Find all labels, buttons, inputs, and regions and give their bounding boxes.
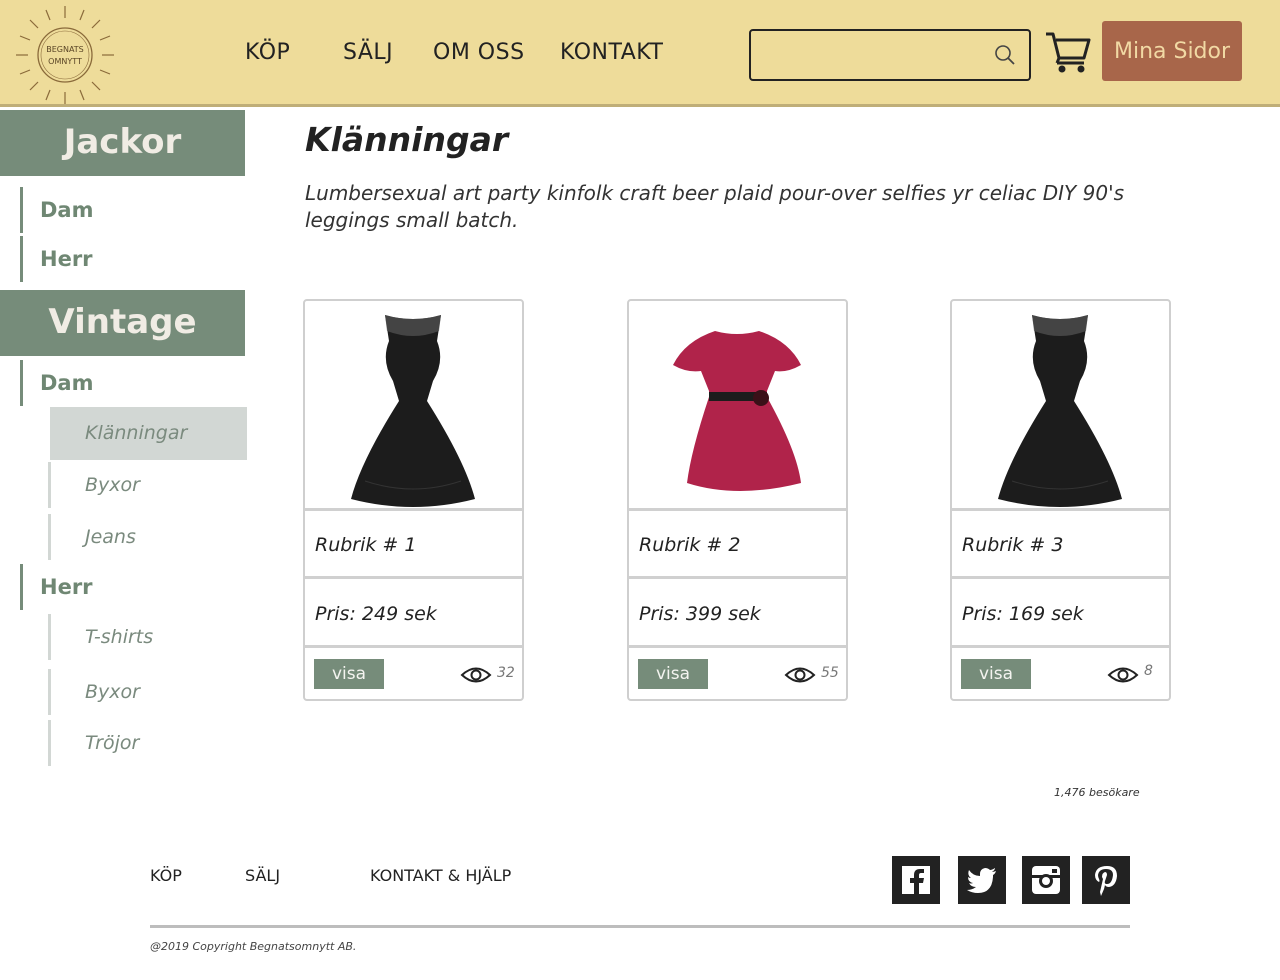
eye-icon — [784, 667, 816, 683]
instagram-icon[interactable] — [1022, 856, 1070, 904]
copyright: @2019 Copyright Begnatsomnytt AB. — [150, 940, 357, 953]
mina-sidor-button[interactable]: Mina Sidor — [1102, 21, 1242, 81]
product-image[interactable] — [305, 301, 522, 511]
search-icon[interactable] — [993, 43, 1017, 67]
svg-text:BEGNATS: BEGNATS — [46, 45, 84, 54]
product-price: Pris: 399 sek — [629, 582, 846, 648]
product-title: Rubrik # 2 — [629, 514, 846, 579]
product-title: Rubrik # 3 — [952, 514, 1169, 579]
sidebar-item-klanningar[interactable]: Klänningar — [50, 407, 247, 460]
sidebar-item-dam-byxor[interactable]: Byxor — [48, 462, 245, 508]
nav-kontakt[interactable]: KONTAKT — [560, 40, 663, 65]
pinterest-icon[interactable] — [1082, 856, 1130, 904]
footer-divider — [150, 925, 1130, 928]
pink-ruffle-dress-icon — [673, 331, 801, 491]
product-card: Rubrik # 3 Pris: 169 sek visa 8 — [950, 299, 1171, 701]
product-card: Rubrik # 2 Pris: 399 sek visa 55 — [627, 299, 848, 701]
visa-button[interactable]: visa — [961, 659, 1031, 689]
sidebar-item-trojor[interactable]: Tröjor — [48, 720, 245, 766]
view-count: 55 — [821, 665, 839, 681]
page-title: Klänningar — [305, 120, 509, 159]
sidebar-item-jeans[interactable]: Jeans — [48, 514, 245, 560]
black-lace-dress-icon — [998, 315, 1122, 507]
sidebar-item-t-shirts[interactable]: T-shirts — [48, 614, 245, 660]
nav-kop[interactable]: KÖP — [245, 40, 290, 65]
black-lace-dress-icon — [351, 315, 475, 507]
visa-button[interactable]: visa — [638, 659, 708, 689]
cart-icon[interactable] — [1044, 30, 1092, 74]
eye-icon — [1107, 667, 1139, 683]
visa-button[interactable]: visa — [314, 659, 384, 689]
header: BEGNATS OMNYTT KÖP SÄLJ OM OSS KONTAKT M… — [0, 0, 1280, 107]
footer-link-kontakt-hjalp[interactable]: KONTAKT & HJÄLP — [370, 866, 511, 885]
product-title: Rubrik # 1 — [305, 514, 522, 579]
product-image[interactable] — [952, 301, 1169, 511]
sidebar-heading-vintage[interactable]: Vintage — [0, 290, 245, 356]
logo-sun-icon[interactable]: BEGNATS OMNYTT — [14, 4, 116, 106]
sidebar-item-vintage-herr[interactable]: Herr — [20, 564, 245, 610]
sidebar-item-jackor-dam[interactable]: Dam — [20, 187, 245, 233]
product-price: Pris: 249 sek — [305, 582, 522, 648]
svg-text:OMNYTT: OMNYTT — [48, 57, 82, 66]
page-description: Lumbersexual art party kinfolk craft bee… — [305, 181, 1124, 232]
nav-salj[interactable]: SÄLJ — [343, 40, 393, 65]
search-box — [749, 29, 1031, 81]
view-count: 8 — [1144, 663, 1153, 679]
twitter-icon[interactable] — [958, 856, 1006, 904]
footer-link-kop[interactable]: KÖP — [150, 866, 182, 885]
eye-icon — [460, 667, 492, 683]
nav-om-oss[interactable]: OM OSS — [433, 40, 525, 65]
footer-link-salj[interactable]: SÄLJ — [245, 866, 280, 885]
product-card: Rubrik # 1 Pris: 249 sek visa 32 — [303, 299, 524, 701]
product-image[interactable] — [629, 301, 846, 511]
visitor-counter: 1,476 besökare — [1054, 786, 1140, 799]
sidebar-item-jackor-herr[interactable]: Herr — [20, 236, 245, 282]
product-price: Pris: 169 sek — [952, 582, 1169, 648]
facebook-icon[interactable] — [892, 856, 940, 904]
sidebar-heading-jackor[interactable]: Jackor — [0, 110, 245, 176]
sidebar-item-vintage-dam[interactable]: Dam — [20, 360, 245, 406]
search-input[interactable] — [759, 39, 979, 71]
view-count: 32 — [497, 665, 515, 681]
sidebar-item-herr-byxor[interactable]: Byxor — [48, 669, 245, 715]
